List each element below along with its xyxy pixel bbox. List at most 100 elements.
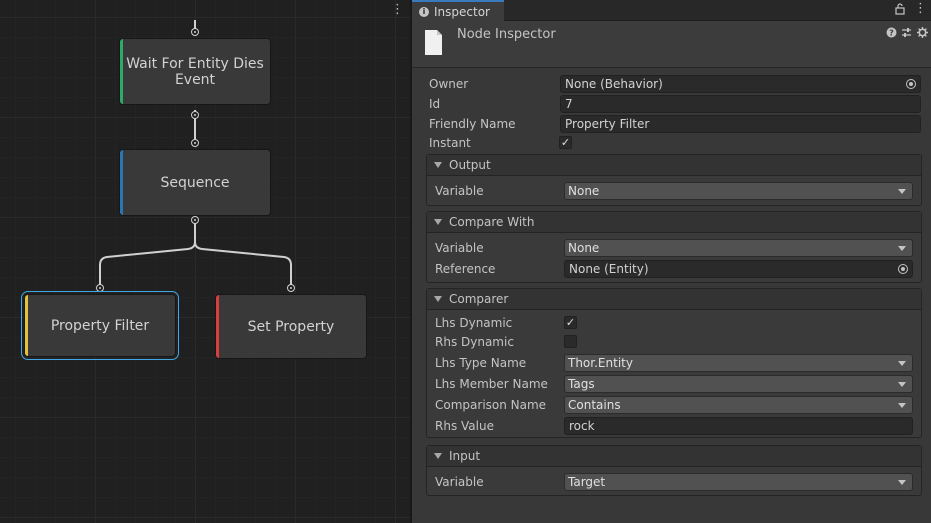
owner-field[interactable]: None (Behavior): [560, 75, 921, 93]
output-variable-row: Variable None: [427, 182, 921, 200]
group-title: Input: [449, 449, 481, 463]
object-picker-icon[interactable]: [906, 79, 916, 89]
dropdown-value: None: [568, 241, 600, 255]
dropdown-value: None: [568, 184, 600, 198]
check-icon: ✓: [560, 136, 571, 149]
tab-strip: i Inspector ⋮: [412, 0, 931, 22]
dropdown-caret-icon: [898, 403, 906, 408]
instant-checkbox[interactable]: ✓: [559, 136, 572, 149]
kebab-menu-icon[interactable]: ⋮: [391, 3, 404, 17]
port-sequence-out[interactable]: [191, 216, 199, 224]
dropdown-caret-icon: [898, 361, 906, 366]
lhs-type-name-label: Lhs Type Name: [435, 356, 527, 370]
check-icon: ✓: [565, 316, 576, 329]
compare-with-reference-field[interactable]: None (Entity): [564, 260, 913, 278]
help-icon[interactable]: ?: [886, 27, 897, 41]
group-comparer: Comparer Lhs Dynamic ✓ Rhs Dynamic Lhs T…: [426, 288, 922, 438]
rhs-dynamic-checkbox[interactable]: [564, 335, 577, 348]
node-accent-bar: [120, 150, 123, 215]
dropdown-value: Contains: [568, 398, 621, 412]
group-output-header[interactable]: Output: [427, 155, 921, 176]
settings-sliders-icon[interactable]: [901, 27, 912, 41]
lhs-type-name-row: Lhs Type Name Thor.Entity: [427, 354, 921, 372]
group-input: Input Variable Target: [426, 445, 922, 496]
group-compare-with-header[interactable]: Compare With: [427, 212, 921, 233]
edge-sequence-to-set-property: [194, 221, 292, 288]
foldout-triangle-icon: [434, 162, 442, 168]
foldout-triangle-icon: [434, 296, 442, 302]
group-title: Compare With: [449, 215, 535, 229]
reference-value: None (Entity): [569, 262, 649, 276]
friendly-name-label: Friendly Name: [429, 117, 516, 131]
input-variable-row: Variable Target: [427, 473, 921, 491]
svg-text:?: ?: [889, 29, 894, 38]
node-accent-bar: [216, 295, 219, 358]
lhs-member-name-row: Lhs Member Name Tags: [427, 375, 921, 393]
foldout-triangle-icon: [434, 453, 442, 459]
lhs-dynamic-checkbox[interactable]: ✓: [564, 316, 577, 329]
group-comparer-header[interactable]: Comparer: [427, 289, 921, 310]
rhs-value-input[interactable]: rock: [564, 417, 913, 435]
lhs-dynamic-label: Lhs Dynamic: [435, 316, 513, 330]
kebab-menu-icon[interactable]: ⋮: [914, 2, 927, 16]
node-sequence[interactable]: Sequence: [119, 149, 271, 216]
lhs-type-name-dropdown[interactable]: Thor.Entity: [564, 354, 913, 372]
edge-sequence-to-property-filter: [99, 221, 196, 288]
document-icon: [425, 30, 442, 55]
input-variable-label: Variable: [435, 475, 484, 489]
node-set-property[interactable]: Set Property: [215, 294, 367, 359]
comparison-name-dropdown[interactable]: Contains: [564, 396, 913, 414]
instant-row: Instant ✓: [412, 134, 931, 152]
compare-with-variable-row: Variable None: [427, 239, 921, 257]
friendly-name-input[interactable]: Property Filter: [560, 115, 921, 133]
id-label: Id: [429, 97, 441, 111]
compare-with-reference-label: Reference: [435, 262, 496, 276]
port-wait-out[interactable]: [191, 111, 199, 119]
node-accent-bar: [120, 39, 123, 104]
lhs-member-name-dropdown[interactable]: Tags: [564, 375, 913, 393]
port-set-property-in[interactable]: [287, 284, 295, 292]
group-title: Comparer: [449, 292, 509, 306]
inspector-panel: i Inspector ⋮ Node Inspector ? Owner Non…: [412, 0, 931, 523]
dropdown-caret-icon: [898, 189, 906, 194]
compare-with-variable-label: Variable: [435, 241, 484, 255]
comparison-name-label: Comparison Name: [435, 398, 547, 412]
port-wait-in[interactable]: [191, 28, 199, 36]
owner-value: None (Behavior): [565, 77, 663, 91]
instant-label: Instant: [429, 136, 471, 150]
node-label: Set Property: [247, 318, 335, 335]
node-property-filter[interactable]: Property Filter: [21, 291, 179, 360]
id-row: Id 7: [412, 95, 931, 113]
port-sequence-in[interactable]: [191, 139, 199, 147]
lock-icon[interactable]: [895, 3, 905, 19]
rhs-value-row: Rhs Value rock: [427, 417, 921, 435]
id-input[interactable]: 7: [560, 95, 921, 113]
rhs-dynamic-row: Rhs Dynamic: [427, 333, 921, 351]
group-output: Output Variable None: [426, 154, 922, 206]
dropdown-caret-icon: [898, 382, 906, 387]
node-wait-for-entity-dies-event[interactable]: Wait For Entity Dies Event: [119, 38, 271, 105]
node-label: Property Filter: [50, 317, 150, 334]
tab-inspector[interactable]: i Inspector: [412, 0, 504, 22]
compare-with-variable-dropdown[interactable]: None: [564, 239, 913, 257]
dropdown-value: Target: [568, 475, 606, 489]
port-property-filter-in[interactable]: [96, 284, 104, 292]
comparison-name-row: Comparison Name Contains: [427, 396, 921, 414]
behavior-graph-canvas[interactable]: Wait For Entity Dies Event Sequence Prop…: [0, 0, 410, 523]
dropdown-value: Thor.Entity: [568, 356, 633, 370]
node-accent-bar: [25, 295, 28, 356]
group-input-header[interactable]: Input: [427, 446, 921, 467]
dropdown-caret-icon: [898, 480, 906, 485]
gear-icon[interactable]: [917, 27, 928, 41]
node-label: Wait For Entity Dies Event: [126, 55, 264, 88]
node-label: Sequence: [160, 174, 230, 191]
inspector-content: Owner None (Behavior) Id 7 Friendly Name…: [412, 69, 931, 523]
inspector-title: Node Inspector: [457, 27, 556, 42]
dropdown-caret-icon: [898, 246, 906, 251]
inspector-header: Node Inspector ?: [412, 21, 931, 68]
owner-row: Owner None (Behavior): [412, 75, 931, 93]
rhs-value-label: Rhs Value: [435, 419, 494, 433]
output-variable-dropdown[interactable]: None: [564, 182, 913, 200]
input-variable-dropdown[interactable]: Target: [564, 473, 913, 491]
object-picker-icon[interactable]: [898, 264, 908, 274]
